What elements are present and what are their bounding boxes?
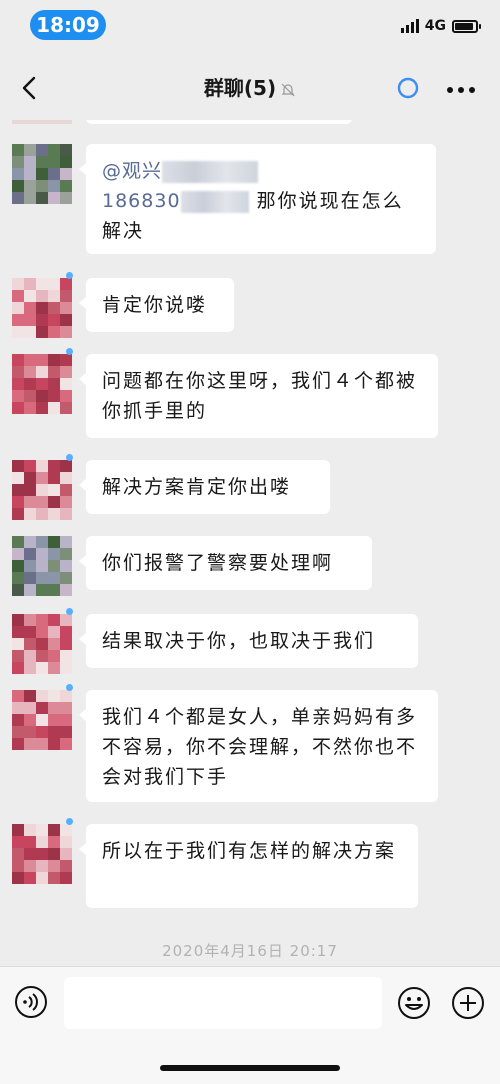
message-text: 我们４个都是女人，单亲妈妈有多不容易，你不会理解，不然你也不会对我们下手	[102, 706, 418, 788]
avatar[interactable]	[12, 536, 72, 596]
chat-title-text: 群聊(5)	[203, 76, 277, 100]
message-bubble[interactable]: @观兴 186830 那你说现在怎么解决	[79, 144, 436, 254]
unread-dot	[66, 454, 73, 461]
message-bubble[interactable]: 我们４个都是女人，单亲妈妈有多不容易，你不会理解，不然你也不会对我们下手	[79, 690, 438, 802]
message-bubble[interactable]: 问题都在你这里呀，我们４个都被你抓手里的	[79, 354, 438, 438]
voice-icon[interactable]	[14, 985, 48, 1019]
message-bubble[interactable]: 解决方案肯定你出喽	[79, 460, 330, 514]
status-bar: 18:09 4G	[0, 0, 500, 52]
avatar[interactable]	[12, 824, 72, 884]
network-type: 4G	[424, 18, 446, 34]
message-bubble[interactable]: 结果取决于你，也取决于我们	[79, 614, 418, 668]
more-dots-icon[interactable]	[446, 86, 476, 94]
status-indicators: 4G	[400, 18, 481, 34]
message-text: 你们报警了警察要处理啊	[102, 552, 334, 574]
status-time: 18:09	[30, 10, 106, 40]
avatar[interactable]	[12, 690, 72, 750]
mention-text[interactable]: @观兴	[102, 160, 162, 182]
avatar[interactable]	[12, 278, 72, 338]
unread-dot	[66, 608, 73, 615]
message-input[interactable]	[64, 977, 382, 1029]
redacted-block	[180, 190, 249, 213]
unread-dot	[66, 272, 73, 279]
message-bubble[interactable]: 你们报警了警察要处理啊	[79, 536, 372, 590]
signal-icon	[400, 19, 419, 33]
redacted-block	[162, 160, 259, 183]
message-text: 问题都在你这里呀，我们４个都被你抓手里的	[102, 370, 418, 422]
battery-icon	[452, 19, 481, 33]
message-text: 肯定你说喽	[102, 294, 208, 316]
unread-dot	[66, 348, 73, 355]
input-bar	[0, 966, 500, 1084]
circle-ring-icon[interactable]	[396, 76, 420, 100]
avatar[interactable]	[12, 354, 72, 414]
avatar[interactable]	[12, 460, 72, 520]
plus-icon[interactable]	[450, 985, 486, 1021]
chat-title: 群聊(5)	[0, 72, 500, 101]
message-text: 结果取决于你，也取决于我们	[102, 630, 376, 652]
message-list[interactable]: @观兴 186830 那你说现在怎么解决 肯定你说喽 问题都在你这里呀，我们４个…	[0, 120, 500, 966]
message-bubble[interactable]: 所以在于我们有怎样的解决方案	[79, 824, 418, 908]
avatar[interactable]	[12, 614, 72, 674]
message-timestamp: 2020年4月16日 20:17	[162, 942, 338, 960]
message-text: 所以在于我们有怎样的解决方案	[102, 840, 397, 862]
home-indicator[interactable]	[160, 1065, 340, 1071]
phone-number[interactable]: 186830	[102, 190, 181, 212]
emoji-icon[interactable]	[396, 985, 432, 1021]
message-bubble-partial	[86, 120, 352, 124]
message-bubble[interactable]: 肯定你说喽	[79, 278, 234, 332]
message-text: 解决方案肯定你出喽	[102, 476, 292, 498]
avatar	[12, 120, 72, 124]
avatar[interactable]	[12, 144, 72, 204]
bell-off-icon	[281, 83, 295, 96]
unread-dot	[66, 684, 73, 691]
chat-header: 群聊(5)	[0, 56, 500, 120]
unread-dot	[66, 818, 73, 825]
